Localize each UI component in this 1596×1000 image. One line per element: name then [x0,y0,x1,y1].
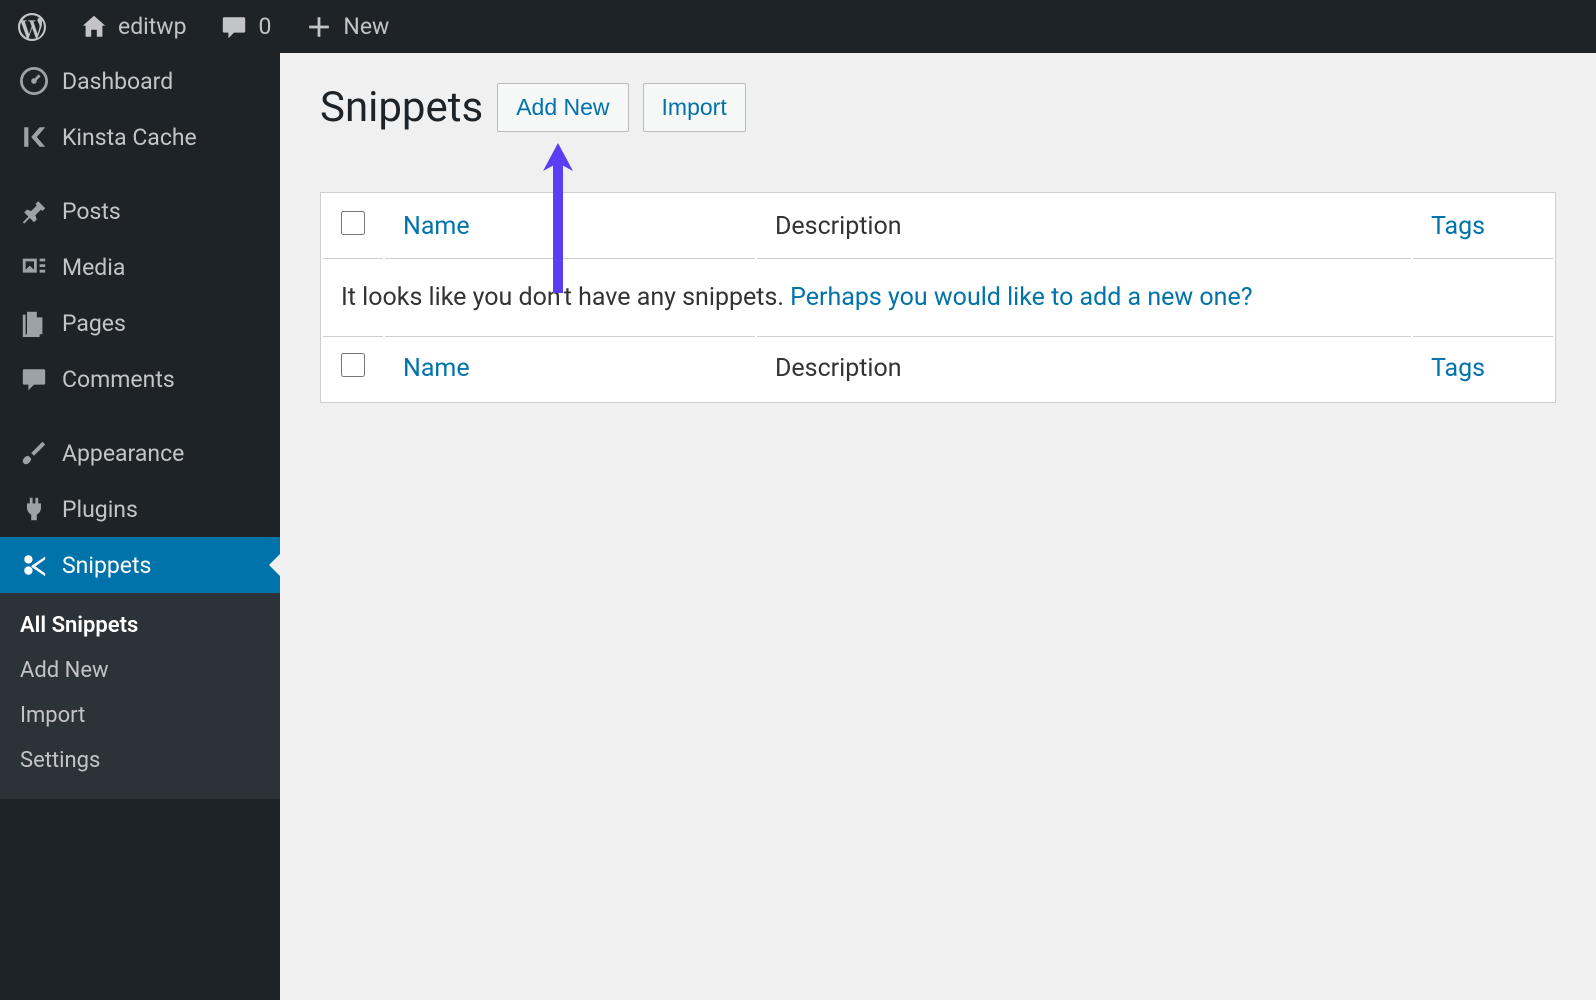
admin-sidebar: Dashboard Kinsta Cache Posts Media Pages… [0,53,280,1000]
new-label: New [343,13,389,40]
comment-icon [220,13,248,41]
sidebar-item-label: Posts [62,198,121,225]
sidebar-item-label: Dashboard [62,68,173,95]
empty-row: It looks like you don't have any snippet… [323,261,1553,334]
snippets-table: Name Description Tags It looks like you … [320,192,1556,403]
sidebar-item-label: Comments [62,366,175,393]
sidebar-item-appearance[interactable]: Appearance [0,425,280,481]
sidebar-item-label: Snippets [62,552,151,579]
pages-icon [20,309,48,337]
sidebar-item-pages[interactable]: Pages [0,295,280,351]
submenu-settings[interactable]: Settings [0,738,280,783]
sidebar-submenu: All Snippets Add New Import Settings [0,593,280,799]
sidebar-item-dashboard[interactable]: Dashboard [0,53,280,109]
comment-icon [20,365,48,393]
column-description: Description [757,195,1411,259]
column-description-footer: Description [757,336,1411,400]
media-icon [20,253,48,281]
plug-icon [20,495,48,523]
home-icon [80,13,108,41]
submenu-import[interactable]: Import [0,693,280,738]
comments-count: 0 [258,13,271,40]
column-name[interactable]: Name [385,195,755,259]
column-name-footer[interactable]: Name [385,336,755,400]
sidebar-item-snippets[interactable]: Snippets [0,537,280,593]
new-content-link[interactable]: New [297,13,397,41]
wordpress-icon [18,13,46,41]
submenu-all-snippets[interactable]: All Snippets [0,603,280,648]
column-tags-footer[interactable]: Tags [1413,336,1553,400]
page-title: Snippets [320,83,483,132]
select-all-footer [323,336,383,400]
add-new-button[interactable]: Add New [497,83,628,132]
main-content: Snippets Add New Import Name Description… [280,53,1596,1000]
sidebar-item-label: Appearance [62,440,184,467]
empty-add-link[interactable]: Perhaps you would like to add a new one? [790,283,1252,312]
menu-separator [0,407,280,425]
page-header: Snippets Add New Import [320,83,1556,132]
sidebar-item-label: Media [62,254,125,281]
select-all-header [323,195,383,259]
sidebar-item-media[interactable]: Media [0,239,280,295]
sidebar-item-label: Kinsta Cache [62,124,197,151]
import-button[interactable]: Import [643,83,746,132]
scissors-icon [20,551,48,579]
site-name: editwp [118,13,186,40]
sidebar-item-comments[interactable]: Comments [0,351,280,407]
sidebar-item-label: Plugins [62,496,138,523]
menu-separator [0,165,280,183]
select-all-checkbox[interactable] [341,211,365,235]
column-tags[interactable]: Tags [1413,195,1553,259]
pin-icon [20,197,48,225]
sidebar-item-plugins[interactable]: Plugins [0,481,280,537]
empty-text: It looks like you don't have any snippet… [341,283,790,312]
sidebar-item-label: Pages [62,310,126,337]
submenu-add-new[interactable]: Add New [0,648,280,693]
sidebar-item-posts[interactable]: Posts [0,183,280,239]
site-link[interactable]: editwp [72,13,194,41]
wp-logo[interactable] [10,13,54,41]
brush-icon [20,439,48,467]
select-all-checkbox-footer[interactable] [341,353,365,377]
dashboard-icon [20,67,48,95]
sidebar-item-kinsta-cache[interactable]: Kinsta Cache [0,109,280,165]
comments-link[interactable]: 0 [212,13,279,41]
admin-bar: editwp 0 New [0,0,1596,53]
plus-icon [305,13,333,41]
kinsta-icon [20,123,48,151]
